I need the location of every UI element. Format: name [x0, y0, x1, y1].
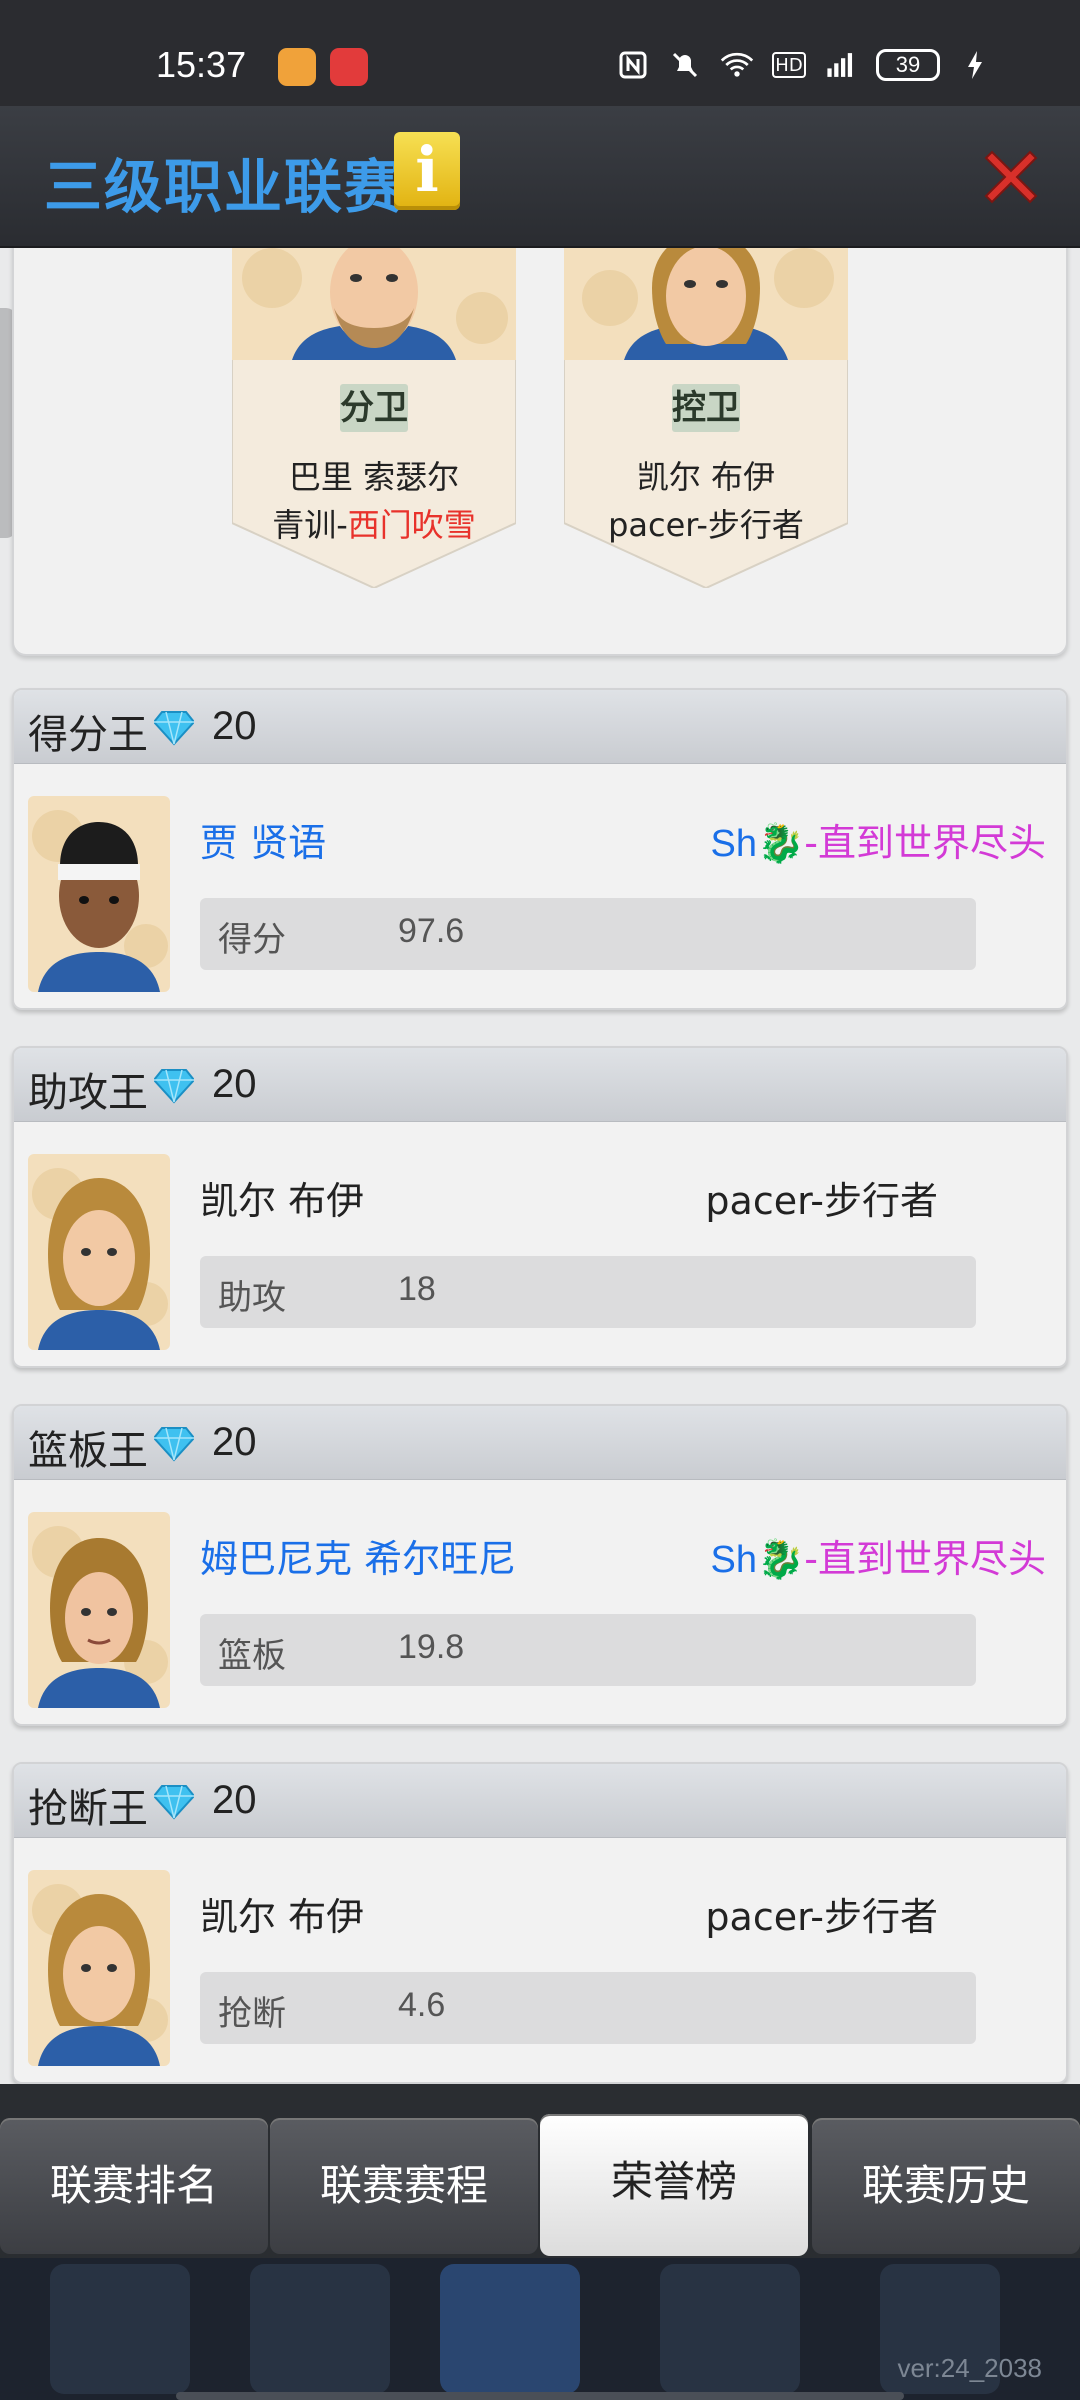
wifi-icon [720, 48, 754, 82]
player-team: pacer-步行者 [705, 1886, 938, 1941]
stat-label: 助攻 [218, 1278, 286, 1318]
stat-label: 得分 [218, 920, 286, 960]
team-name-highlight: 西门吹雪 [347, 506, 476, 544]
best-lineup-card: 分卫 巴里 索瑟尔 青训-西门吹雪 控卫 凯尔 布伊 pacer-步行者 [12, 248, 1068, 656]
award-header: 篮板王 20 [14, 1406, 1066, 1480]
app-notification-icon [278, 48, 316, 86]
close-button[interactable] [978, 144, 1044, 210]
award-reward: 20 [212, 1420, 257, 1464]
tab-league-ranking[interactable]: 联赛排名 [0, 2118, 268, 2254]
award-card-scoring[interactable]: 得分王 20 贾 贤语 Sh🐉-直到世界尽头 得分 97.6 [12, 688, 1068, 1010]
stat-bar: 篮板 19.8 [200, 1614, 976, 1686]
player-team: pacer-步行者 [564, 500, 848, 546]
stat-value: 18 [398, 1270, 436, 1308]
player-name: 巴里 索瑟尔 [288, 458, 460, 496]
diamond-icon [154, 1069, 194, 1104]
award-title: 助攻王 [28, 1070, 148, 1116]
stat-bar: 得分 97.6 [200, 898, 976, 970]
player-portrait [232, 248, 516, 360]
bottom-tab-bar: 联赛排名 联赛赛程 荣誉榜 联赛历史 [0, 2114, 1080, 2258]
mute-bell-icon [668, 48, 702, 82]
info-button[interactable]: i [394, 132, 460, 210]
stat-value: 4.6 [398, 1986, 446, 2024]
battery-indicator: 39 [876, 49, 940, 81]
award-header: 抢断王 20 [14, 1764, 1066, 1838]
status-bar: 15:37 HD 39 [0, 0, 1080, 106]
version-label: ver:24_2038 [897, 2353, 1042, 2383]
award-title: 篮板王 [28, 1428, 148, 1474]
stat-value: 19.8 [398, 1628, 465, 1666]
award-title: 抢断王 [28, 1786, 148, 1832]
award-header: 得分王 20 [14, 690, 1066, 764]
nav-ghost-icon[interactable] [660, 2264, 800, 2394]
charging-bolt-icon [958, 48, 992, 82]
close-icon [984, 150, 1038, 204]
player-avatar [28, 796, 170, 992]
player-name: 凯尔 布伊 [636, 458, 776, 496]
page-title: 三级职业联赛 [44, 153, 405, 221]
diamond-icon [154, 1427, 194, 1462]
team-prefix: Sh [710, 1539, 757, 1581]
status-time: 15:37 [156, 44, 247, 85]
system-nav-bar[interactable] [176, 2392, 904, 2400]
player-team: Sh🐉-直到世界尽头 [710, 1528, 1046, 1583]
team-name: -直到世界尽头 [804, 1537, 1046, 1581]
player-team: pacer-步行者 [705, 1170, 938, 1225]
award-reward: 20 [212, 1778, 257, 1822]
dragon-icon: 🐉 [756, 1537, 805, 1581]
nav-ghost-icon[interactable] [250, 2264, 390, 2394]
status-icons: HD 39 [616, 48, 992, 82]
player-avatar [28, 1870, 170, 2066]
team-prefix: Sh [710, 823, 757, 865]
team-name: pacer-步行者 [705, 1895, 938, 1939]
tab-league-schedule[interactable]: 联赛赛程 [270, 2118, 538, 2254]
nfc-icon [616, 48, 650, 82]
honor-list-panel[interactable]: 分卫 巴里 索瑟尔 青训-西门吹雪 控卫 凯尔 布伊 pacer-步行者 得分王… [0, 248, 1080, 2084]
tab-honor-roll[interactable]: 荣誉榜 [540, 2114, 808, 2256]
player-name[interactable]: 贾 贤语 [200, 812, 326, 867]
stat-label: 篮板 [218, 1636, 286, 1676]
player-name[interactable]: 凯尔 布伊 [200, 1886, 364, 1941]
signal-icon [824, 48, 858, 82]
player-portrait [564, 248, 848, 360]
award-reward: 20 [212, 704, 257, 748]
stat-bar: 助攻 18 [200, 1256, 976, 1328]
player-name[interactable]: 凯尔 布伊 [200, 1170, 364, 1225]
stat-value: 97.6 [398, 912, 465, 950]
player-name[interactable]: 姆巴尼克 希尔旺尼 [200, 1528, 516, 1583]
position-card[interactable]: 控卫 凯尔 布伊 pacer-步行者 [564, 248, 848, 588]
team-prefix: 青训- [272, 506, 348, 544]
nav-ghost-icon[interactable] [50, 2264, 190, 2394]
nav-ghost-icon[interactable] [440, 2264, 580, 2394]
app-notification-icon [330, 48, 368, 86]
team-prefix: pacer-步行者 [608, 506, 804, 544]
diamond-icon [154, 711, 194, 746]
hd-icon: HD [772, 52, 806, 78]
stat-bar: 抢断 4.6 [200, 1972, 976, 2044]
game-nav-strip: ver:24_2038 [0, 2258, 1080, 2400]
position-badge: 控卫 [672, 384, 740, 432]
position-badge: 分卫 [340, 384, 408, 432]
award-card-assists[interactable]: 助攻王 20 凯尔 布伊 pacer-步行者 助攻 18 [12, 1046, 1068, 1368]
award-card-steals[interactable]: 抢断王 20 凯尔 布伊 pacer-步行者 抢断 4.6 [12, 1762, 1068, 2084]
player-team: Sh🐉-直到世界尽头 [710, 812, 1046, 867]
tab-league-history[interactable]: 联赛历史 [812, 2118, 1080, 2254]
player-avatar [28, 1154, 170, 1350]
team-name: pacer-步行者 [705, 1179, 938, 1223]
award-title: 得分王 [28, 712, 148, 758]
dragon-icon: 🐉 [756, 821, 805, 865]
award-card-rebounds[interactable]: 篮板王 20 姆巴尼克 希尔旺尼 Sh🐉-直到世界尽头 篮板 19.8 [12, 1404, 1068, 1726]
diamond-icon [154, 1785, 194, 1820]
title-bar: 三级职业联赛 i [0, 106, 1080, 248]
player-avatar [28, 1512, 170, 1708]
player-team: 青训-西门吹雪 [232, 500, 516, 546]
team-name: -直到世界尽头 [804, 821, 1046, 865]
position-card[interactable]: 分卫 巴里 索瑟尔 青训-西门吹雪 [232, 248, 516, 588]
award-header: 助攻王 20 [14, 1048, 1066, 1122]
stat-label: 抢断 [218, 1994, 286, 2034]
award-reward: 20 [212, 1062, 257, 1106]
